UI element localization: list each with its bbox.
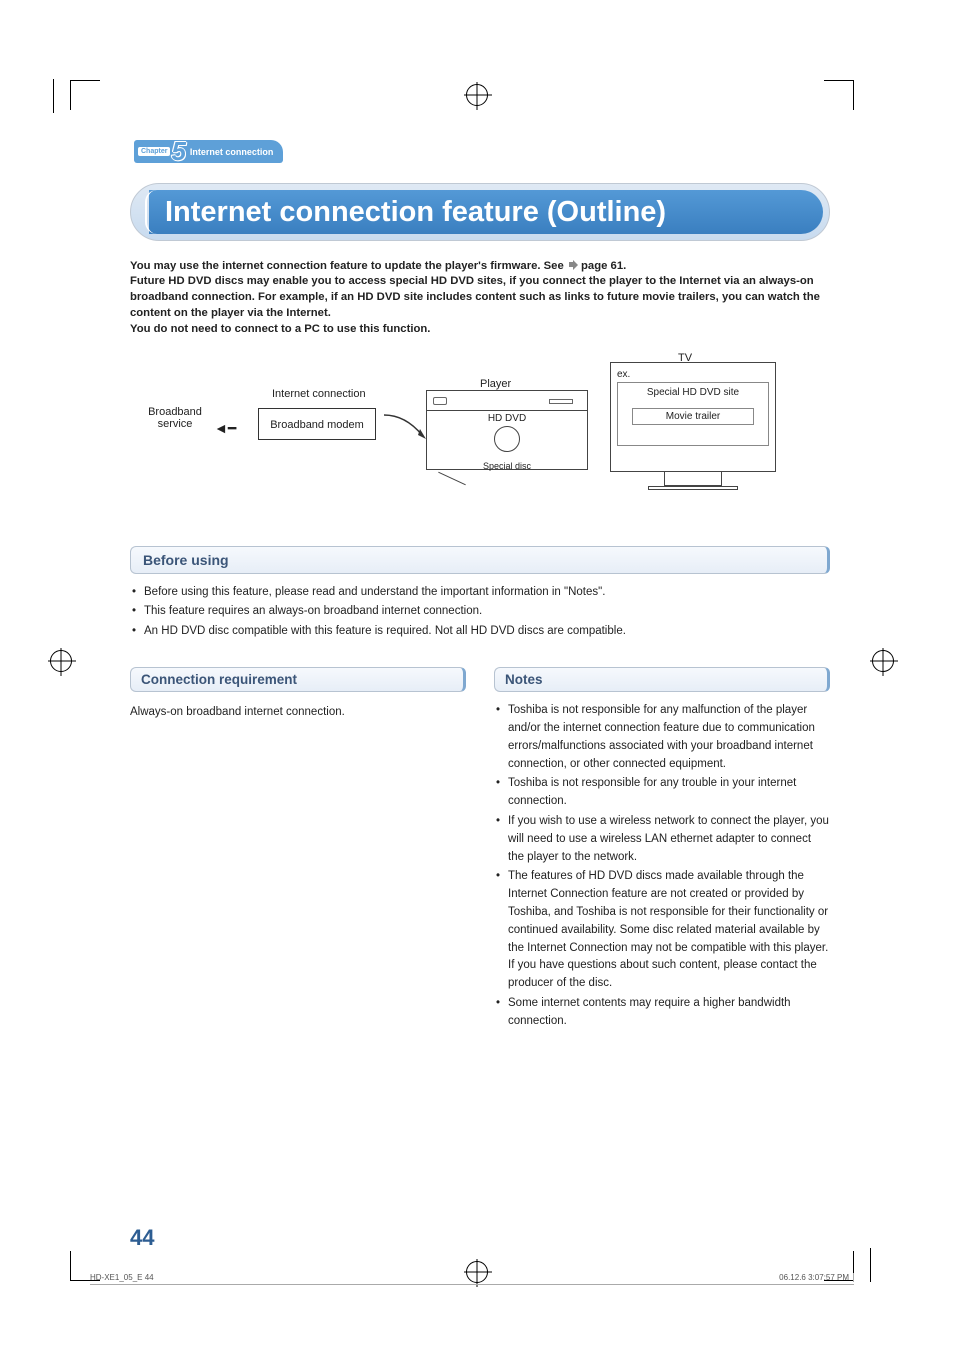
diagram-hddvd-label: HD DVD — [488, 413, 526, 424]
diagram-player-box: HD DVD Special disc — [426, 390, 588, 470]
col-connection-requirement: Connection requirement Always-on broadba… — [130, 667, 466, 1033]
diagram-connection-label: Internet connection — [272, 388, 366, 400]
diagram-movie-trailer-label: Movie trailer — [632, 408, 754, 425]
intro-line1b: page 61. — [581, 260, 626, 272]
page-ref-arrow-icon — [567, 259, 578, 270]
list-item: The features of HD DVD discs made availa… — [494, 868, 830, 993]
notes-list: Toshiba is not responsible for any malfu… — [494, 702, 830, 1031]
registration-mark-left — [50, 650, 72, 672]
list-item: Before using this feature, please read a… — [130, 584, 830, 602]
section-connection-req-title: Connection requirement — [130, 667, 466, 692]
diagram-ex-label: ex. — [617, 369, 630, 380]
diagram-player-label: Player — [480, 378, 511, 390]
chapter-label: Internet connection — [190, 147, 274, 157]
before-using-list: Before using this feature, please read a… — [130, 584, 830, 641]
arrow-left-icon: ◄━ — [214, 420, 236, 437]
list-item: Some internet contents may require a hig… — [494, 995, 830, 1031]
list-item: If you wish to use a wireless network to… — [494, 813, 830, 866]
diagram-special-disc-label: Special disc — [427, 461, 587, 471]
connection-req-body: Always-on broadband internet connection. — [130, 704, 466, 721]
page-number: 44 — [130, 1225, 154, 1251]
list-item: Toshiba is not responsible for any malfu… — [494, 702, 830, 773]
intro-line2: Future HD DVD discs may enable you to ac… — [130, 275, 820, 319]
list-item: An HD DVD disc compatible with this feat… — [130, 623, 830, 641]
registration-mark-right — [872, 650, 894, 672]
chapter-tab: Chapter 5 Internet connection — [134, 140, 283, 162]
diagram-special-site-label: Special HD DVD site — [647, 387, 739, 398]
section-before-using-title: Before using — [130, 546, 830, 574]
disc-icon — [494, 426, 520, 452]
registration-mark-top — [466, 84, 488, 106]
chapter-word: Chapter — [138, 147, 170, 156]
chapter-number: 5 — [171, 142, 185, 160]
diagram-broadband-label: Broadband service — [140, 406, 210, 430]
crop-mark-tr — [824, 80, 854, 110]
print-footer: HD-XE1_05_E 44 06.12.6 3:07:57 PM — [90, 1273, 854, 1285]
footer-right: 06.12.6 3:07:57 PM — [779, 1273, 854, 1282]
connection-diagram: TV Player Internet connection Broadband … — [130, 358, 830, 518]
crop-mark-tl — [70, 80, 100, 110]
intro-line1a: You may use the internet connection feat… — [130, 260, 567, 272]
footer-left: HD-XE1_05_E 44 — [90, 1273, 154, 1282]
section-notes-title: Notes — [494, 667, 830, 692]
list-item: Toshiba is not responsible for any troub… — [494, 775, 830, 811]
col-notes: Notes Toshiba is not responsible for any… — [494, 667, 830, 1033]
arrow-curve-icon — [382, 413, 426, 450]
intro-line3: You do not need to connect to a PC to us… — [130, 323, 430, 335]
list-item: This feature requires an always-on broad… — [130, 603, 830, 621]
page-title: Internet connection feature (Outline) — [149, 190, 823, 234]
diagram-modem-box: Broadband modem — [258, 408, 376, 440]
title-bar: Internet connection feature (Outline) — [130, 183, 830, 241]
diagram-tv-box: ex. Special HD DVD site Movie trailer — [610, 362, 776, 498]
intro-text: You may use the internet connection feat… — [130, 259, 830, 338]
page-content: Chapter 5 Internet connection Internet c… — [130, 140, 830, 1033]
